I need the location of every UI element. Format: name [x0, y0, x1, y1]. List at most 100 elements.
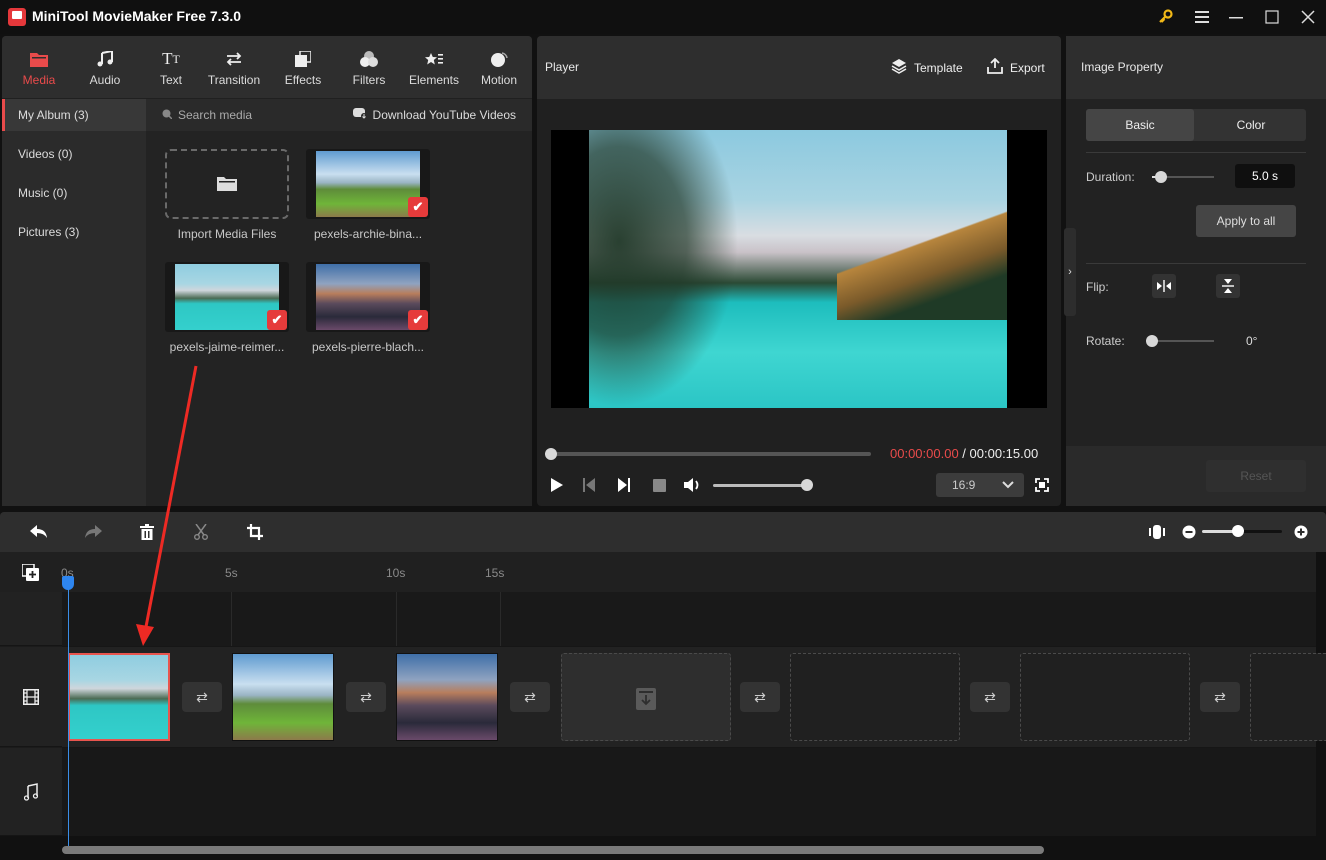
timeline-clip-selected[interactable] [68, 653, 170, 741]
import-box[interactable] [165, 149, 289, 219]
duration-slider[interactable] [1152, 171, 1214, 183]
rotate-handle[interactable] [1146, 335, 1158, 347]
empty-clip-slot[interactable] [561, 653, 731, 741]
flip-horizontal-button[interactable] [1152, 274, 1176, 298]
zoom-out-button[interactable] [1178, 522, 1200, 542]
seek-handle[interactable] [545, 448, 557, 460]
rotate-label: Rotate: [1086, 334, 1125, 348]
tab-text[interactable]: TT Text [144, 36, 198, 99]
media-thumbnail[interactable]: ✔ [165, 262, 289, 332]
maximize-icon[interactable] [1258, 6, 1286, 28]
key-icon[interactable] [1152, 6, 1180, 28]
fit-timeline-button[interactable] [1146, 522, 1168, 542]
empty-clip-slot[interactable] [790, 653, 960, 741]
playhead-line[interactable] [68, 582, 69, 852]
download-youtube-button[interactable]: Download YouTube Videos [352, 108, 516, 122]
collapse-panel-button[interactable]: › [1064, 228, 1076, 316]
previous-frame-button[interactable] [581, 477, 597, 493]
transition-slot-button[interactable]: ⇄ [510, 682, 550, 712]
folder-icon [30, 48, 48, 70]
next-frame-button[interactable] [616, 477, 632, 493]
empty-clip-slot[interactable] [1020, 653, 1190, 741]
search-input[interactable]: Search media [162, 108, 252, 122]
zoom-handle[interactable] [1232, 525, 1244, 537]
transition-slot-button[interactable]: ⇄ [182, 682, 222, 712]
video-preview[interactable] [551, 130, 1047, 408]
tab-basic[interactable]: Basic [1086, 109, 1194, 141]
delete-button[interactable] [136, 522, 158, 542]
fullscreen-button[interactable] [1033, 477, 1051, 493]
tab-motion[interactable]: Motion [472, 36, 526, 99]
preview-image [589, 130, 1007, 408]
transition-slot-button[interactable]: ⇄ [740, 682, 780, 712]
media-thumbnail[interactable]: ✔ [306, 262, 430, 332]
transition-slot-button[interactable]: ⇄ [970, 682, 1010, 712]
minimize-icon[interactable] [1222, 6, 1250, 28]
redo-button[interactable] [82, 522, 104, 542]
timeline-horizontal-scrollbar[interactable] [62, 846, 1044, 854]
tab-media[interactable]: Media [12, 36, 66, 99]
rotate-slider[interactable] [1146, 335, 1214, 347]
volume-handle[interactable] [801, 479, 813, 491]
tab-label: Elements [408, 73, 460, 87]
template-button[interactable]: Template [891, 58, 963, 77]
media-item[interactable]: ✔ pexels-jaime-reimer... [165, 262, 289, 354]
split-button[interactable] [190, 522, 212, 542]
add-track-button[interactable] [21, 563, 40, 585]
duration-input[interactable]: 5.0 s [1235, 164, 1295, 188]
volume-icon[interactable] [683, 477, 703, 493]
menu-icon[interactable] [1188, 6, 1216, 28]
crop-icon [247, 524, 263, 540]
tab-effects[interactable]: Effects [276, 36, 330, 99]
zoom-in-button[interactable] [1290, 522, 1312, 542]
close-icon[interactable] [1294, 6, 1322, 28]
layers-icon [891, 58, 907, 77]
aspect-ratio-select[interactable]: 16:9 [936, 473, 1024, 497]
apply-to-all-button[interactable]: Apply to all [1196, 205, 1296, 237]
tab-elements[interactable]: Elements [404, 36, 464, 99]
transition-icon: ⇄ [1214, 688, 1226, 705]
import-media-button[interactable]: Import Media Files [165, 149, 289, 241]
media-item[interactable]: ✔ pexels-archie-bina... [306, 149, 430, 241]
filters-icon [360, 48, 378, 70]
overlay-track[interactable] [62, 592, 1316, 646]
empty-clip-slot[interactable] [1250, 653, 1326, 741]
crop-button[interactable] [244, 522, 266, 542]
undo-button[interactable] [28, 522, 50, 542]
export-button[interactable]: Export [987, 57, 1045, 77]
nav-item-pictures[interactable]: Pictures (3) [2, 216, 146, 248]
volume-slider[interactable] [713, 479, 813, 491]
seek-bar[interactable] [545, 448, 871, 460]
duration-handle[interactable] [1155, 171, 1168, 183]
tab-color[interactable]: Color [1196, 109, 1306, 141]
reset-button[interactable]: Reset [1206, 460, 1306, 492]
tab-audio[interactable]: Audio [78, 36, 132, 99]
redo-icon [85, 525, 102, 538]
nav-item-my-album[interactable]: My Album (3) [2, 99, 146, 131]
video-track[interactable]: ⇄ ⇄ ⇄ ⇄ ⇄ ⇄ [62, 647, 1326, 747]
chevron-right-icon: › [1068, 266, 1072, 278]
thumbnail-image [316, 151, 420, 217]
timeline-zoom-slider[interactable] [1202, 525, 1282, 537]
timeline-clip[interactable] [396, 653, 498, 741]
timeline-clip[interactable] [232, 653, 334, 741]
timeline-tracks: ⇄ ⇄ ⇄ ⇄ ⇄ ⇄ [62, 592, 1326, 836]
media-item[interactable]: ✔ pexels-pierre-blach... [306, 262, 430, 354]
audio-track[interactable] [62, 748, 1316, 836]
flip-vertical-button[interactable] [1216, 274, 1240, 298]
album-nav: My Album (3) Videos (0) Music (0) Pictur… [2, 99, 146, 506]
play-button[interactable] [549, 477, 565, 493]
timeline-ruler[interactable]: 0s 5s 10s 15s [0, 552, 1316, 592]
nav-item-music[interactable]: Music (0) [2, 177, 146, 209]
tab-filters[interactable]: Filters [342, 36, 396, 99]
title-bar: MiniTool MovieMaker Free 7.3.0 [0, 0, 1326, 34]
transition-slot-button[interactable]: ⇄ [1200, 682, 1240, 712]
playhead-handle[interactable] [62, 576, 74, 590]
nav-item-videos[interactable]: Videos (0) [2, 138, 146, 170]
fit-icon [1149, 525, 1165, 539]
transition-slot-button[interactable]: ⇄ [346, 682, 386, 712]
media-thumbnail[interactable]: ✔ [306, 149, 430, 219]
tab-transition[interactable]: Transition [202, 36, 266, 99]
stop-button[interactable] [651, 477, 667, 493]
effects-icon [295, 48, 311, 70]
